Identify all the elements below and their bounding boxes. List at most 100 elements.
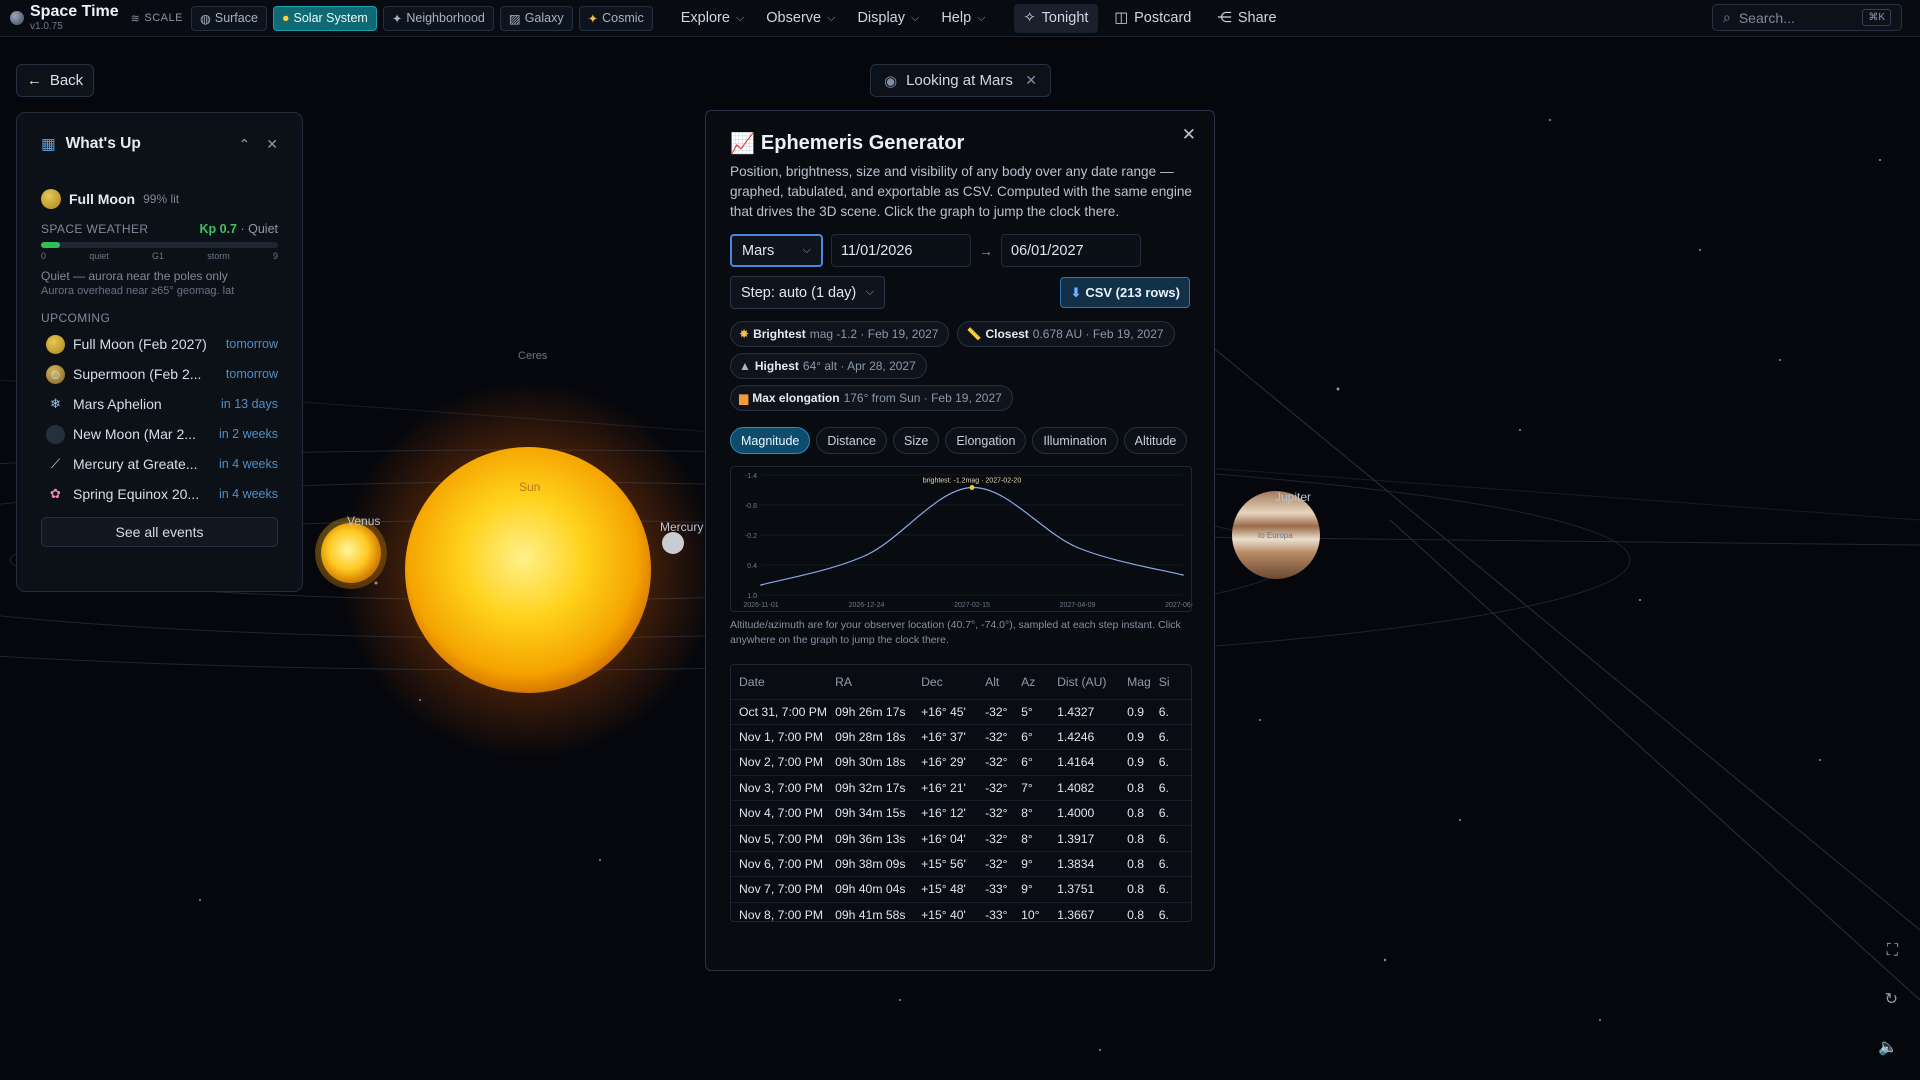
- highest-chip[interactable]: ▲ Highest 64° alt · Apr 28, 2027: [730, 353, 927, 379]
- table-cell: 6.: [1158, 806, 1169, 821]
- table-row[interactable]: Nov 5, 7:00 PM 09h 36m 13s +16° 04' -32° 8° 1…: [731, 825, 1191, 851]
- event-item[interactable]: ⟋ Mercury at Greate... in 4 weeks: [41, 449, 278, 479]
- export-csv-button[interactable]: ⬇ CSV (213 rows): [1060, 277, 1190, 308]
- brightest-annotation: brightest: -1.2mag · 2027-02-20: [923, 478, 1022, 485]
- menu-explore[interactable]: Explore ⌵: [673, 10, 753, 26]
- table-row[interactable]: Nov 4, 7:00 PM 09h 34m 15s +16° 12' -32° 8° 1…: [731, 800, 1191, 826]
- table-cell: Nov 4, 7:00 PM: [739, 806, 823, 821]
- col-dist[interactable]: Dist (AU): [1049, 665, 1119, 699]
- brand[interactable]: Space Time v1.0.75: [10, 4, 119, 32]
- chevron-down-icon: ⌵: [865, 286, 874, 298]
- collapse-icon[interactable]: ⌃: [239, 136, 251, 153]
- table-row[interactable]: Nov 8, 7:00 PM 09h 41m 58s +15° 40' -33° 10°…: [731, 902, 1191, 922]
- magnitude-chart-svg[interactable]: -1.4 -0.8 -0.2 0.4 1.0 2026-11-01 2026-12-24 20…: [731, 467, 1193, 613]
- menu-display[interactable]: Display ⌵: [849, 10, 927, 26]
- magnitude-graph[interactable]: -1.4 -0.8 -0.2 0.4 1.0 2026-11-01 2026-12-24 20…: [730, 466, 1193, 613]
- event-item[interactable]: ☺ Supermoon (Feb 2... tomorrow: [41, 359, 278, 389]
- close-icon[interactable]: ✕: [1025, 72, 1037, 89]
- sun-dot-icon: ●: [281, 11, 290, 25]
- table-cell: 1.4327: [1057, 704, 1095, 719]
- table-row[interactable]: Nov 7, 7:00 PM 09h 40m 04s +15° 48' -33° 9° 1…: [731, 876, 1191, 902]
- col-alt[interactable]: Alt: [977, 665, 1013, 699]
- tab-size[interactable]: Size: [893, 427, 940, 454]
- jupiter-label[interactable]: Jupiter: [1275, 490, 1311, 504]
- magnitude-series-line: [760, 486, 1184, 586]
- tonight-button[interactable]: ✧ Tonight: [1013, 3, 1099, 33]
- back-button[interactable]: ← Back: [16, 64, 94, 97]
- table-cell: 09h 32m 17s: [835, 780, 906, 795]
- closest-chip[interactable]: 📏 Closest 0.678 AU · Feb 19, 2027: [957, 321, 1175, 347]
- table-cell: 1.4164: [1057, 755, 1095, 770]
- mercury-label[interactable]: Mercury: [660, 520, 703, 534]
- scale-surface-button[interactable]: ◍ Surface: [190, 5, 267, 31]
- table-row[interactable]: Nov 2, 7:00 PM 09h 30m 18s +16° 29' -32° 6° 1…: [731, 749, 1191, 775]
- postcard-button[interactable]: ◫ Postcard: [1104, 4, 1201, 33]
- venus-label[interactable]: Venus: [347, 514, 380, 528]
- new-moon-icon: [46, 424, 65, 444]
- end-date-input[interactable]: 06/01/2027: [1001, 234, 1141, 267]
- step-select[interactable]: Step: auto (1 day) ⌵: [730, 276, 885, 309]
- sun-label[interactable]: Sun: [519, 480, 540, 494]
- app-title: Space Time: [30, 3, 119, 20]
- scale-solar-system-button[interactable]: ● Solar System: [272, 5, 377, 31]
- eye-icon: ◉: [884, 72, 898, 90]
- scale-cosmic-button[interactable]: ✦ Cosmic: [578, 5, 653, 31]
- col-size[interactable]: Si: [1151, 665, 1191, 699]
- table-cell: 09h 30m 18s: [835, 755, 906, 770]
- col-ra[interactable]: RA: [827, 665, 913, 699]
- event-item[interactable]: Full Moon (Feb 2027) tomorrow: [41, 329, 278, 359]
- venus[interactable]: [321, 523, 381, 583]
- col-mag[interactable]: Mag: [1119, 665, 1151, 699]
- tab-altitude[interactable]: Altitude: [1123, 427, 1188, 454]
- tab-illumination[interactable]: Illumination: [1032, 427, 1118, 454]
- data-point: [1182, 574, 1184, 576]
- table-row[interactable]: Nov 3, 7:00 PM 09h 32m 17s +16° 21' -32° 7° 1…: [731, 775, 1191, 800]
- mercury[interactable]: [662, 532, 684, 554]
- table-cell: Nov 5, 7:00 PM: [739, 831, 823, 846]
- close-icon[interactable]: ✕: [266, 136, 278, 153]
- max-elongation-chip[interactable]: ▆ Max elongation 176° from Sun · Feb 19, 2…: [730, 385, 1013, 411]
- start-date-input[interactable]: 11/01/2026: [831, 234, 971, 267]
- ceres-label[interactable]: Ceres: [518, 350, 547, 362]
- table-row[interactable]: Oct 31, 7:00 PM 09h 26m 17s +16° 45' -32° 5°…: [731, 699, 1191, 724]
- body-select[interactable]: Mars ⌵: [730, 234, 823, 267]
- table-row[interactable]: Nov 6, 7:00 PM 09h 38m 09s +15° 56' -32° 9° 1…: [731, 851, 1191, 876]
- scale-galaxy-button[interactable]: ▨ Galaxy: [499, 5, 573, 31]
- see-all-events-button[interactable]: See all events: [41, 517, 278, 547]
- col-date[interactable]: Date: [731, 665, 827, 699]
- share-icon: ⋲: [1217, 10, 1232, 26]
- table-cell: 0.9: [1127, 755, 1145, 770]
- col-dec[interactable]: Dec: [913, 665, 977, 699]
- scale-neighborhood-button[interactable]: ✦ Neighborhood: [382, 5, 494, 31]
- table-cell: 9°: [1021, 857, 1033, 872]
- menu-help[interactable]: Help ⌵: [933, 10, 993, 26]
- fullscreen-icon[interactable]: ⛶: [1887, 942, 1898, 960]
- sound-icon[interactable]: 🔈: [1878, 1037, 1898, 1057]
- search-input[interactable]: Search...: [1739, 10, 1795, 26]
- close-icon[interactable]: ✕: [1182, 125, 1196, 145]
- kp-meter-fill: [41, 242, 60, 248]
- event-item[interactable]: ✿ Spring Equinox 20... in 4 weeks: [41, 479, 278, 509]
- table-cell: 0.8: [1127, 831, 1145, 846]
- tab-magnitude[interactable]: Magnitude: [730, 427, 811, 454]
- reset-view-icon[interactable]: ↻: [1885, 989, 1898, 1009]
- event-item[interactable]: New Moon (Mar 2... in 2 weeks: [41, 419, 278, 449]
- x-tick-label: 2026-11-01: [743, 602, 778, 609]
- tab-distance[interactable]: Distance: [816, 427, 888, 454]
- table-cell: 09h 41m 58s: [835, 908, 906, 922]
- search-box[interactable]: ⌕ Search... ⌘K: [1712, 4, 1902, 31]
- table-row[interactable]: Nov 1, 7:00 PM 09h 28m 18s +16° 37' -32° 6° 1…: [731, 724, 1191, 749]
- kp-meter: [41, 242, 278, 248]
- ephemeris-table[interactable]: Date RA Dec Alt Az Dist (AU) Mag Si Oct …: [730, 664, 1192, 922]
- menu-observe[interactable]: Observe ⌵: [758, 10, 843, 26]
- share-button[interactable]: ⋲ Share: [1207, 4, 1286, 33]
- col-az[interactable]: Az: [1013, 665, 1049, 699]
- moon-phase[interactable]: Full Moon 99% lit: [41, 189, 278, 209]
- aurora-note: Quiet — aurora near the poles only: [41, 269, 228, 283]
- table-cell: +15° 40': [921, 908, 966, 922]
- brightest-chip[interactable]: ✸ Brightest mag -1.2 · Feb 19, 2027: [730, 321, 950, 347]
- tab-elongation[interactable]: Elongation: [945, 427, 1027, 454]
- event-item[interactable]: ❄ Mars Aphelion in 13 days: [41, 389, 278, 419]
- table-cell: Nov 1, 7:00 PM: [739, 730, 823, 745]
- chevron-down-icon: ⌵: [977, 11, 986, 24]
